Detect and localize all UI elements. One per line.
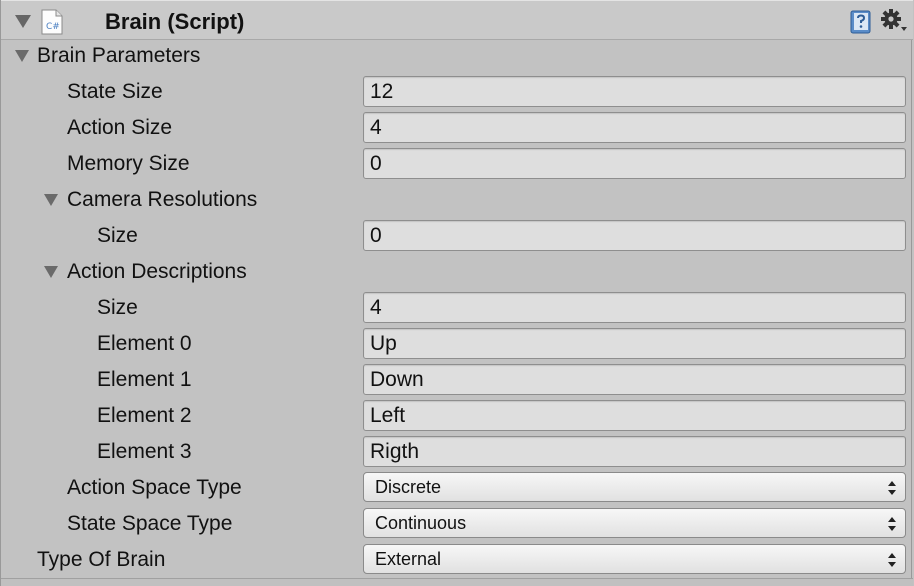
action-space-type-dropdown[interactable]: Discrete: [363, 472, 906, 502]
type-of-brain-label: Type Of Brain: [37, 548, 166, 571]
element-3-label: Element 3: [97, 440, 192, 463]
state-size-label: State Size: [67, 80, 163, 103]
type-of-brain-dropdown[interactable]: External: [363, 544, 906, 574]
inspector-panel: C# Brain (Script) Brain Parameters State…: [0, 0, 913, 586]
foldout-arrow-icon[interactable]: [15, 15, 31, 28]
action-descriptions-size-field[interactable]: 4: [363, 292, 906, 323]
action-descriptions-foldout-icon[interactable]: [44, 266, 58, 278]
memory-size-field[interactable]: 0: [363, 148, 906, 179]
component-title: Brain (Script): [105, 9, 245, 34]
element-0-field[interactable]: Up: [363, 328, 906, 359]
state-size-field[interactable]: 12: [363, 76, 906, 107]
dropdown-arrows-icon: [888, 553, 896, 567]
state-space-type-value: Continuous: [375, 513, 467, 533]
element-3-field[interactable]: Rigth: [363, 436, 906, 467]
component-header[interactable]: C# Brain (Script): [1, 0, 913, 40]
state-space-type-label: State Space Type: [67, 512, 233, 535]
svg-text:C#: C#: [46, 22, 60, 32]
action-descriptions-label[interactable]: Action Descriptions: [67, 259, 247, 285]
action-size-field[interactable]: 4: [363, 112, 906, 143]
element-1-label: Element 1: [97, 368, 192, 391]
camera-resolutions-size-field[interactable]: 0: [363, 220, 906, 251]
component-divider: [1, 578, 913, 586]
action-descriptions-size-label: Size: [97, 296, 138, 319]
state-space-type-dropdown[interactable]: Continuous: [363, 508, 906, 538]
action-space-type-label: Action Space Type: [67, 476, 242, 499]
memory-size-label: Memory Size: [67, 152, 190, 175]
type-of-brain-value: External: [375, 549, 442, 569]
action-size-label: Action Size: [67, 116, 173, 139]
element-1-field[interactable]: Down: [363, 364, 906, 395]
dropdown-arrows-icon: [888, 517, 896, 531]
help-book-icon[interactable]: [849, 10, 873, 34]
brain-parameters-foldout-icon[interactable]: [15, 50, 29, 62]
camera-resolutions-size-label: Size: [97, 224, 138, 247]
camera-resolutions-label[interactable]: Camera Resolutions: [67, 187, 257, 213]
gear-icon[interactable]: [879, 7, 909, 35]
element-2-label: Element 2: [97, 404, 192, 427]
element-0-label: Element 0: [97, 332, 192, 355]
camera-resolutions-foldout-icon[interactable]: [44, 194, 58, 206]
dropdown-arrows-icon: [888, 481, 896, 495]
csharp-script-icon: C#: [41, 9, 63, 35]
element-2-field[interactable]: Left: [363, 400, 906, 431]
brain-parameters-label[interactable]: Brain Parameters: [37, 43, 200, 69]
action-space-type-value: Discrete: [375, 477, 442, 497]
